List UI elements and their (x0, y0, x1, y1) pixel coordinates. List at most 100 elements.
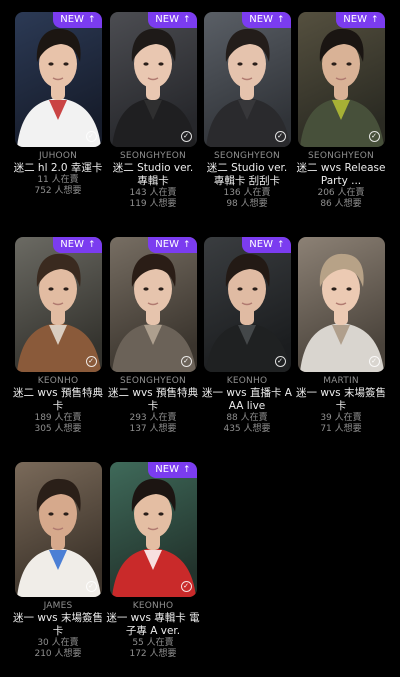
wanted-count: 86 人想要 (320, 199, 362, 209)
new-badge: NEW ↑ (148, 462, 197, 478)
wanted-count: 98 人想要 (226, 199, 268, 209)
photocard-thumbnail[interactable]: NEW ↑ ✓ (203, 12, 291, 147)
wanted-count: 435 人想要 (223, 424, 271, 434)
wanted-count: 71 人想要 (320, 424, 362, 434)
photocard-thumbnail[interactable]: NEW ↑ ✓ (109, 237, 197, 372)
selling-count: 11 人在賣 (37, 175, 79, 185)
photocard-image (297, 237, 385, 372)
photocard-grid: NEW ↑ ✓ JUHOON 迷二 hl 2.0 幸運卡 11 人在賣 752 人想要 NE… (0, 0, 400, 677)
check-circle-icon[interactable]: ✓ (368, 356, 380, 367)
check-circle-icon[interactable]: ✓ (368, 131, 380, 142)
check-circle-icon[interactable]: ✓ (85, 581, 97, 592)
artist-name: SEONGHYEON (120, 151, 186, 161)
selling-count: 39 人在賣 (320, 413, 362, 423)
artist-name: KEONHO (226, 376, 268, 386)
check-circle-icon[interactable]: ✓ (85, 356, 97, 367)
arrow-up-icon: ↑ (87, 240, 96, 250)
photocard-thumbnail[interactable]: NEW ↑ ✓ (297, 12, 385, 147)
check-circle-icon[interactable]: ✓ (180, 131, 192, 142)
photocard-item[interactable]: NEW ↑ ✓ SEONGHYEON 迷二 Studio ver. 專輯卡 刮刮卡 136… (200, 12, 294, 210)
new-badge: NEW ↑ (148, 237, 197, 253)
selling-count: 189 人在賣 (34, 413, 82, 423)
artist-name: KEONHO (132, 601, 174, 611)
check-circle-icon[interactable]: ✓ (85, 131, 97, 142)
artist-name: JAMES (43, 601, 73, 611)
wanted-count: 305 人想要 (34, 424, 82, 434)
arrow-up-icon: ↑ (182, 240, 191, 250)
card-title: 迷一 wvs 直播卡 AAA live (202, 387, 292, 412)
card-title: 迷二 wvs Release Party ... (296, 162, 386, 187)
card-title: 迷二 Studio ver. 專輯卡 (112, 162, 194, 187)
new-badge: NEW ↑ (242, 237, 291, 253)
artist-name: JUHOON (38, 151, 78, 161)
photocard-item[interactable]: NEW ↑ ✓ KEONHO 迷二 wvs 預售特典卡 189 人在賣 305 人想要 (11, 237, 105, 435)
arrow-up-icon: ↑ (87, 15, 96, 25)
artist-name: SEONGHYEON (214, 151, 280, 161)
card-title: 迷一 wvs 末場簽售卡 (13, 612, 103, 637)
selling-count: 143 人在賣 (129, 188, 177, 198)
selling-count: 88 人在賣 (226, 413, 268, 423)
photocard-item[interactable]: NEW ↑ ✓ SEONGHYEON 迷二 wvs Release Party ... 2… (294, 12, 388, 210)
photocard-thumbnail[interactable]: ✓ (297, 237, 385, 372)
photocard-image (109, 12, 197, 147)
wanted-count: 137 人想要 (129, 424, 177, 434)
card-title: 迷二 hl 2.0 幸運卡 (13, 162, 103, 174)
photocard-thumbnail[interactable]: NEW ↑ ✓ (203, 237, 291, 372)
new-badge-label: NEW (155, 464, 179, 475)
photocard-thumbnail[interactable]: NEW ↑ ✓ (109, 462, 197, 597)
photocard-thumbnail[interactable]: ✓ (14, 462, 102, 597)
selling-count: 206 人在賣 (317, 188, 365, 198)
card-title: 迷一 wvs 專輯卡 電子專 A ver. (106, 612, 200, 637)
photocard-thumbnail[interactable]: NEW ↑ ✓ (14, 237, 102, 372)
selling-count: 30 人在賣 (37, 638, 79, 648)
card-title: 迷一 wvs 末場簽售卡 (296, 387, 386, 412)
arrow-up-icon: ↑ (182, 15, 191, 25)
photocard-item[interactable]: NEW ↑ ✓ KEONHO 迷一 wvs 直播卡 AAA live 88 人在賣 435 … (200, 237, 294, 435)
wanted-count: 752 人想要 (34, 186, 82, 196)
new-badge-label: NEW (155, 14, 179, 25)
photocard-image (109, 462, 197, 597)
check-circle-icon[interactable]: ✓ (274, 356, 286, 367)
photocard-item[interactable]: ✓ JAMES 迷一 wvs 末場簽售卡 30 人在賣 210 人想要 (11, 462, 105, 660)
new-badge: NEW ↑ (336, 12, 385, 28)
new-badge-label: NEW (343, 14, 367, 25)
new-badge-label: NEW (60, 14, 84, 25)
arrow-up-icon: ↑ (370, 15, 379, 25)
photocard-thumbnail[interactable]: NEW ↑ ✓ (14, 12, 102, 147)
artist-name: SEONGHYEON (308, 151, 374, 161)
photocard-item[interactable]: NEW ↑ ✓ SEONGHYEON 迷二 wvs 預售特典卡 293 人在賣 137 人想… (106, 237, 200, 435)
photocard-image (14, 462, 102, 597)
photocard-item[interactable]: NEW ↑ ✓ SEONGHYEON 迷二 Studio ver. 專輯卡 143 人在賣… (106, 12, 200, 210)
check-circle-icon[interactable]: ✓ (274, 131, 286, 142)
arrow-up-icon: ↑ (276, 15, 285, 25)
arrow-up-icon: ↑ (276, 240, 285, 250)
photocard-item[interactable]: NEW ↑ ✓ JUHOON 迷二 hl 2.0 幸運卡 11 人在賣 752 人想要 (11, 12, 105, 197)
selling-count: 55 人在賣 (132, 638, 174, 648)
check-circle-icon[interactable]: ✓ (180, 581, 192, 592)
arrow-up-icon: ↑ (182, 465, 191, 475)
wanted-count: 172 人想要 (129, 649, 177, 659)
photocard-image (297, 12, 385, 147)
photocard-image (203, 12, 291, 147)
new-badge: NEW ↑ (242, 12, 291, 28)
new-badge-label: NEW (155, 239, 179, 250)
new-badge-label: NEW (60, 239, 84, 250)
photocard-image (203, 237, 291, 372)
photocard-thumbnail[interactable]: NEW ↑ ✓ (109, 12, 197, 147)
card-title: 迷二 wvs 預售特典卡 (108, 387, 198, 412)
wanted-count: 119 人想要 (129, 199, 177, 209)
selling-count: 293 人在賣 (129, 413, 177, 423)
photocard-item[interactable]: ✓ MARTIN 迷一 wvs 末場簽售卡 39 人在賣 71 人想要 (294, 237, 388, 435)
photocard-item[interactable]: NEW ↑ ✓ KEONHO 迷一 wvs 專輯卡 電子專 A ver. 55 人在賣 17… (106, 462, 200, 660)
new-badge-label: NEW (249, 14, 273, 25)
check-circle-icon[interactable]: ✓ (180, 356, 192, 367)
new-badge-label: NEW (249, 239, 273, 250)
card-title: 迷二 wvs 預售特典卡 (13, 387, 103, 412)
artist-name: MARTIN (323, 376, 359, 386)
photocard-image (14, 12, 102, 147)
artist-name: SEONGHYEON (120, 376, 186, 386)
new-badge: NEW ↑ (53, 237, 102, 253)
new-badge: NEW ↑ (148, 12, 197, 28)
photocard-image (109, 237, 197, 372)
wanted-count: 210 人想要 (34, 649, 82, 659)
